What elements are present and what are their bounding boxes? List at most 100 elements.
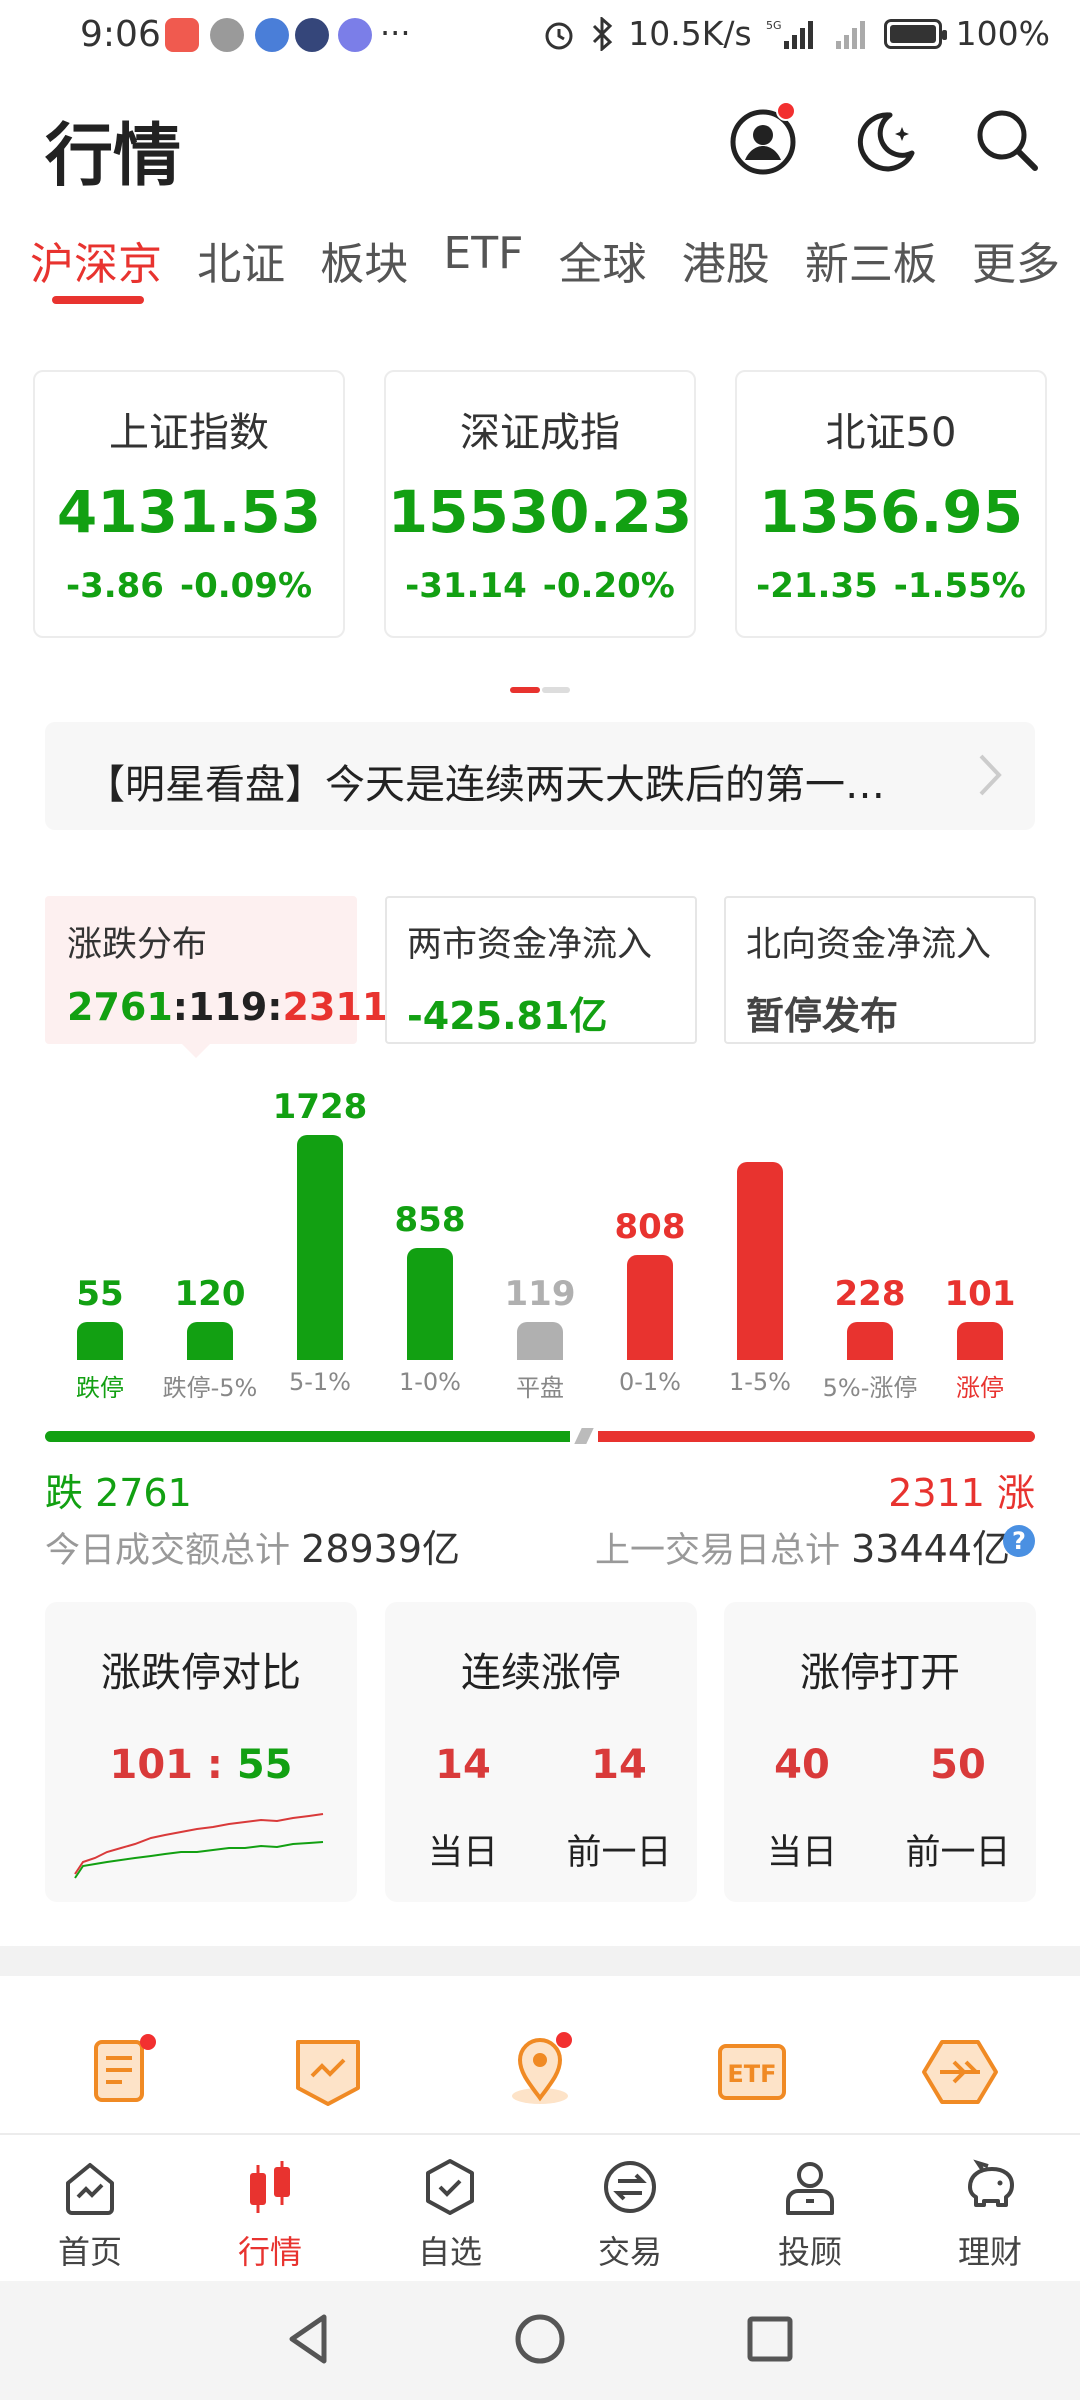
north-flow-value: 暂停发布 — [746, 994, 899, 1038]
search-icon[interactable] — [972, 105, 1042, 175]
index-change: -21.35 — [756, 566, 878, 606]
music-icon — [338, 18, 372, 52]
report-icon[interactable] — [82, 2032, 162, 2112]
ratio-separator: : — [192, 1742, 237, 1788]
chevron-right-icon — [979, 754, 1002, 796]
nav-trade[interactable]: 交易 — [570, 2157, 690, 2273]
tab-bankuai[interactable]: 板块 — [320, 228, 408, 292]
card-title: 涨跌停对比 — [101, 1650, 301, 1696]
profile-icon[interactable] — [728, 101, 798, 175]
system-navigation-bar — [0, 2281, 1080, 2400]
index-card-bz50[interactable]: 北证50 1356.95 -21.35 -1.55% — [735, 370, 1047, 638]
bar-1 — [187, 1322, 233, 1360]
night-mode-icon[interactable] — [850, 105, 920, 175]
index-name: 北证50 — [825, 410, 957, 456]
etf-icon[interactable]: ETF — [712, 2032, 792, 2112]
ratio-separator — [574, 1428, 594, 1444]
tab-more[interactable]: 更多 — [972, 228, 1060, 292]
carousel-indicator — [510, 687, 570, 693]
index-value: 4131.53 — [56, 478, 322, 546]
today-label: 当日 — [427, 1833, 498, 1873]
card-title: 连续涨停 — [461, 1650, 621, 1696]
turnover-today: 今日成交额总计 28939亿 — [45, 1518, 460, 1573]
recents-icon[interactable] — [742, 2311, 798, 2367]
nav-watchlist[interactable]: 自选 — [390, 2157, 510, 2273]
nav-home[interactable]: 首页 — [30, 2157, 150, 2273]
piggy-bank-icon — [968, 2159, 1014, 2207]
bar-8 — [957, 1322, 1003, 1360]
today-count: 40 — [774, 1742, 830, 1788]
prev-turnover-label: 上一交易日总计 — [594, 1531, 840, 1571]
active-tab-indicator — [52, 296, 144, 304]
home-icon[interactable] — [512, 2311, 568, 2367]
prev-label: 前一日 — [566, 1833, 672, 1873]
tab-global[interactable]: 全球 — [559, 228, 647, 292]
tab-hk-stocks[interactable]: 港股 — [682, 228, 770, 292]
tab-hushenjing[interactable]: 沪深京 — [30, 228, 162, 292]
bar-category-label: 涨停 — [956, 1374, 1004, 1402]
card-consecutive-limit[interactable]: 连续涨停 14 14 当日 前一日 — [385, 1602, 697, 1902]
index-value: 1356.95 — [758, 478, 1024, 546]
help-icon[interactable]: ? — [1003, 1525, 1035, 1557]
limit-ratio: 101 : 55 — [45, 1742, 357, 1788]
index-card-shanghai[interactable]: 上证指数 4131.53 -3.86 -0.09% — [33, 370, 345, 638]
stat-net-flow[interactable]: 两市资金净流入 -425.81亿 — [385, 896, 697, 1044]
svg-text:ETF: ETF — [727, 2060, 776, 2088]
rise-count: 2311 — [282, 985, 389, 1029]
limit-sparkline — [74, 1813, 324, 1879]
network-hexagon-icon[interactable] — [920, 2032, 1000, 2112]
status-bar: 9:06 ··· 10.5K/s 5G 100% — [0, 0, 1080, 75]
stat-north-flow[interactable]: 北向资金净流入 暂停发布 — [724, 896, 1036, 1044]
nav-label: 自选 — [417, 2233, 482, 2271]
bar-value-label: 1728 — [272, 1087, 368, 1127]
prev-count: 50 — [930, 1742, 986, 1788]
nav-wealth[interactable]: 理财 — [930, 2157, 1050, 2273]
shield-check-icon — [426, 2159, 474, 2215]
tab-neeq[interactable]: 新三板 — [805, 228, 937, 292]
separator: : — [172, 985, 188, 1029]
card-limit-compare[interactable]: 涨跌停对比 101 : 55 — [45, 1602, 357, 1902]
bar-4 — [517, 1322, 563, 1360]
bar-0 — [77, 1322, 123, 1360]
battery-level: 100% — [955, 14, 1050, 53]
fall-total: 跌 2761 — [45, 1471, 192, 1515]
net-flow-value: -425.81亿 — [407, 994, 608, 1038]
bar-6 — [737, 1162, 783, 1360]
tab-etf[interactable]: ETF — [443, 228, 523, 292]
trend-badge-icon[interactable] — [288, 2032, 368, 2112]
tab-beizheng[interactable]: 北证 — [197, 228, 285, 292]
index-change-pct: -1.55% — [893, 566, 1026, 606]
rise-ratio-bar — [598, 1431, 1035, 1442]
prev-count: 14 — [591, 1742, 647, 1788]
today-count: 14 — [435, 1742, 491, 1788]
home-chart-icon — [66, 2163, 114, 2215]
stat-label: 涨跌分布 — [67, 925, 208, 965]
battery-icon — [883, 18, 947, 49]
bar-2 — [297, 1135, 343, 1360]
avatar-icon — [295, 18, 329, 52]
svg-text:5G: 5G — [766, 19, 782, 32]
nav-market[interactable]: 行情 — [210, 2157, 330, 2273]
bar-3 — [407, 1248, 453, 1360]
bar-value-label: 119 — [504, 1274, 576, 1314]
nav-label: 理财 — [957, 2233, 1022, 2271]
today-label: 当日 — [766, 1833, 837, 1873]
nav-label: 首页 — [57, 2233, 122, 2271]
bar-7 — [847, 1322, 893, 1360]
location-pin-icon[interactable] — [500, 2032, 580, 2112]
prev-turnover-value: 33444亿 — [851, 1527, 1010, 1571]
flat-count: 119 — [187, 985, 268, 1029]
index-card-shenzhen[interactable]: 深证成指 15530.23 -31.14 -0.20% — [384, 370, 696, 638]
prev-label: 前一日 — [905, 1833, 1011, 1873]
stat-distribution[interactable]: 涨跌分布 2761:119:2311 — [45, 896, 388, 1044]
news-banner[interactable]: 【明星看盘】今天是连续两天大跌后的第一… — [45, 722, 1035, 830]
back-icon[interactable] — [282, 2311, 338, 2367]
signal-2-icon — [835, 20, 865, 49]
index-value: 15530.23 — [387, 478, 693, 546]
card-limit-open[interactable]: 涨停打开 40 50 当日 前一日 — [724, 1602, 1036, 1902]
bluetooth-icon — [593, 16, 613, 51]
alarm-icon — [545, 22, 573, 49]
nav-advisor[interactable]: 投顾 — [750, 2157, 870, 2273]
signal-icon: 5G — [766, 19, 813, 49]
turnover-prev: 上一交易日总计 33444亿 — [595, 1518, 1010, 1573]
